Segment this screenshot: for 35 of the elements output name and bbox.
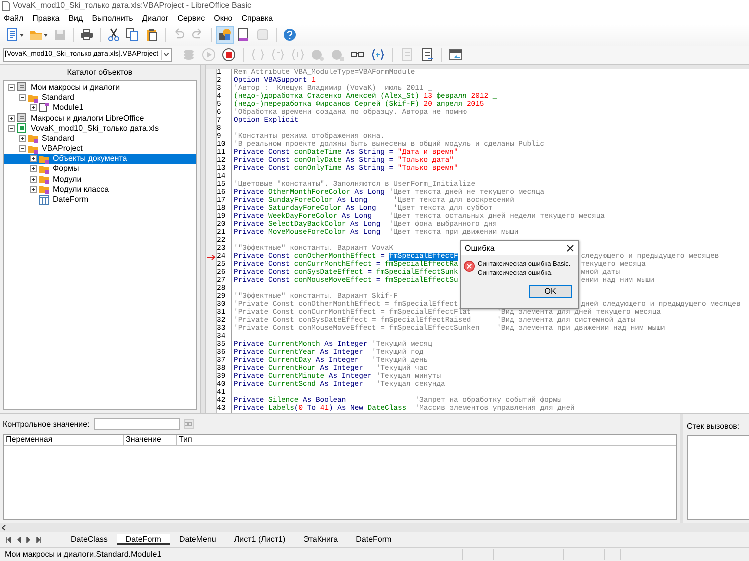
module-tab[interactable]: DateMenu <box>170 533 226 546</box>
tree-item[interactable]: Модули класса <box>51 184 112 194</box>
status-text: Мои макросы и диалоги.Standard.Module1 <box>4 550 163 560</box>
menu-item[interactable]: Диалог <box>142 14 169 23</box>
module-tab[interactable]: DateForm <box>347 533 401 546</box>
menu-item[interactable]: Справка <box>242 14 274 23</box>
menu-item[interactable]: Выполнить <box>92 14 134 23</box>
tree-item[interactable]: VovaK_mod10_Ski_только дата.xls <box>29 124 161 133</box>
module-tab[interactable]: DateClass <box>62 533 117 546</box>
module-tab[interactable]: DateForm <box>116 534 170 546</box>
column-header: Тип <box>178 435 194 446</box>
field-label: Контрольное значение: <box>3 420 90 429</box>
tree-item[interactable]: Module1 <box>51 103 86 112</box>
menu-item[interactable]: Файл <box>4 14 24 23</box>
tree-item[interactable]: Модули <box>51 174 84 184</box>
tree-item[interactable]: DateForm <box>51 195 91 204</box>
tree-item[interactable]: Мои макросы и диалоги <box>29 82 122 92</box>
menu-item[interactable]: Вид <box>68 14 84 23</box>
tree-item[interactable]: Формы <box>51 164 82 174</box>
tree-item[interactable]: VBAProject <box>40 144 85 154</box>
tree-item[interactable]: Макросы и диалоги LibreOffice <box>29 114 146 123</box>
dialog-title: Ошибка <box>465 244 495 252</box>
menu-item[interactable]: Окно <box>214 14 233 23</box>
panel-title: Каталог объектов <box>66 67 134 80</box>
tree-item[interactable]: Standard <box>40 134 76 143</box>
window-title: VovaK_mod10_Ski_только дата.xls:VBAProject - LibreOffice Basic <box>13 1 252 10</box>
menu-item[interactable]: Сервис <box>178 14 206 23</box>
column-header: Значение <box>124 435 177 446</box>
panel-label: Стек вызовов: <box>687 422 741 432</box>
column-header: Переменная <box>4 435 124 446</box>
module-tab[interactable]: Лист1 (Лист1) <box>225 533 295 546</box>
module-tab[interactable]: ЭтаКнига <box>294 533 348 546</box>
menu-item[interactable]: Правка <box>32 14 60 23</box>
ok-button[interactable]: OK <box>529 285 572 298</box>
tree-item[interactable]: Standard <box>40 93 76 102</box>
